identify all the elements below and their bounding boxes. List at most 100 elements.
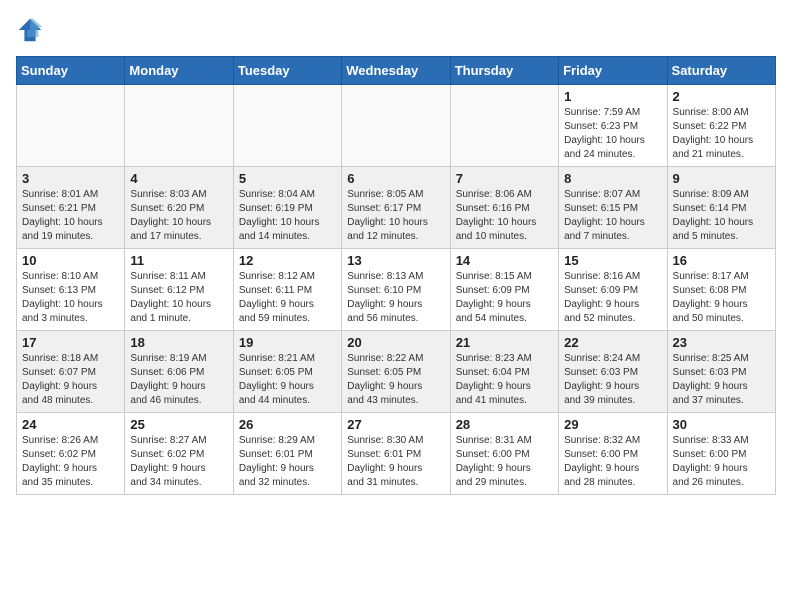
weekday-header-monday: Monday — [125, 57, 233, 85]
calendar-day: 10 Sunrise: 8:10 AM Sunset: 6:13 PM Dayli… — [17, 249, 125, 331]
day-info: Sunrise: 8:11 AM Sunset: 6:12 PM Dayligh… — [130, 270, 227, 326]
day-info: Sunrise: 8:24 AM Sunset: 6:03 PM Dayligh… — [564, 352, 661, 408]
calendar-day: 21Sunrise: 8:23 AM Sunset: 6:04 PM Dayli… — [450, 331, 558, 413]
calendar-day: 28 Sunrise: 8:31 AM Sunset: 6:00 PM Dayli… — [450, 413, 558, 495]
day-info: Sunrise: 8:12 AM Sunset: 6:11 PM Dayligh… — [239, 270, 336, 326]
day-info: Sunrise: 7:59 AM Sunset: 6:23 PM Dayligh… — [564, 106, 661, 162]
weekday-header-wednesday: Wednesday — [342, 57, 450, 85]
calendar-day: 22 Sunrise: 8:24 AM Sunset: 6:03 PM Dayli… — [559, 331, 667, 413]
day-info: Sunrise: 8:09 AM Sunset: 6:14 PM Dayligh… — [673, 188, 770, 244]
weekday-header-friday: Friday — [559, 57, 667, 85]
day-info: Sunrise: 8:03 AM Sunset: 6:20 PM Dayligh… — [130, 188, 227, 244]
day-number: 20 — [347, 335, 444, 350]
day-number: 28 — [456, 417, 553, 432]
calendar-day: 25 Sunrise: 8:27 AM Sunset: 6:02 PM Dayli… — [125, 413, 233, 495]
day-info: Sunrise: 8:25 AM Sunset: 6:03 PM Dayligh… — [673, 352, 770, 408]
calendar-day: 20 Sunrise: 8:22 AM Sunset: 6:05 PM Dayli… — [342, 331, 450, 413]
day-info: Sunrise: 8:00 AM Sunset: 6:22 PM Dayligh… — [673, 106, 770, 162]
day-number: 13 — [347, 253, 444, 268]
day-info: Sunrise: 8:07 AM Sunset: 6:15 PM Dayligh… — [564, 188, 661, 244]
day-number: 10 — [22, 253, 119, 268]
calendar-day: 24Sunrise: 8:26 AM Sunset: 6:02 PM Dayli… — [17, 413, 125, 495]
calendar-day: 7 Sunrise: 8:06 AM Sunset: 6:16 PM Daylig… — [450, 167, 558, 249]
page-header — [16, 16, 776, 44]
calendar-day: 15 Sunrise: 8:16 AM Sunset: 6:09 PM Dayli… — [559, 249, 667, 331]
day-number: 8 — [564, 171, 661, 186]
day-info: Sunrise: 8:01 AM Sunset: 6:21 PM Dayligh… — [22, 188, 119, 244]
calendar-day: 3 Sunrise: 8:01 AM Sunset: 6:21 PM Daylig… — [17, 167, 125, 249]
day-number: 18 — [130, 335, 227, 350]
calendar-day: 27 Sunrise: 8:30 AM Sunset: 6:01 PM Dayli… — [342, 413, 450, 495]
day-number: 11 — [130, 253, 227, 268]
calendar-week-4: 17Sunrise: 8:18 AM Sunset: 6:07 PM Dayli… — [17, 331, 776, 413]
weekday-header-row: SundayMondayTuesdayWednesdayThursdayFrid… — [17, 57, 776, 85]
calendar-day: 1Sunrise: 7:59 AM Sunset: 6:23 PM Daylig… — [559, 85, 667, 167]
day-number: 7 — [456, 171, 553, 186]
calendar-day: 13 Sunrise: 8:13 AM Sunset: 6:10 PM Dayli… — [342, 249, 450, 331]
calendar-day — [233, 85, 341, 167]
calendar-day: 19Sunrise: 8:21 AM Sunset: 6:05 PM Dayli… — [233, 331, 341, 413]
day-info: Sunrise: 8:30 AM Sunset: 6:01 PM Dayligh… — [347, 434, 444, 490]
day-info: Sunrise: 8:16 AM Sunset: 6:09 PM Dayligh… — [564, 270, 661, 326]
calendar-day: 23 Sunrise: 8:25 AM Sunset: 6:03 PM Dayli… — [667, 331, 775, 413]
calendar-day — [17, 85, 125, 167]
day-number: 16 — [673, 253, 770, 268]
day-number: 4 — [130, 171, 227, 186]
calendar-day: 5 Sunrise: 8:04 AM Sunset: 6:19 PM Daylig… — [233, 167, 341, 249]
day-number: 29 — [564, 417, 661, 432]
calendar-day: 8 Sunrise: 8:07 AM Sunset: 6:15 PM Daylig… — [559, 167, 667, 249]
day-info: Sunrise: 8:21 AM Sunset: 6:05 PM Dayligh… — [239, 352, 336, 408]
calendar-day — [342, 85, 450, 167]
calendar-day: 9 Sunrise: 8:09 AM Sunset: 6:14 PM Daylig… — [667, 167, 775, 249]
day-info: Sunrise: 8:26 AM Sunset: 6:02 PM Dayligh… — [22, 434, 119, 490]
day-number: 2 — [673, 89, 770, 104]
logo — [16, 16, 48, 44]
calendar-week-5: 24Sunrise: 8:26 AM Sunset: 6:02 PM Dayli… — [17, 413, 776, 495]
day-number: 23 — [673, 335, 770, 350]
day-number: 25 — [130, 417, 227, 432]
day-info: Sunrise: 8:23 AM Sunset: 6:04 PM Dayligh… — [456, 352, 553, 408]
calendar-day — [125, 85, 233, 167]
calendar-table: SundayMondayTuesdayWednesdayThursdayFrid… — [16, 56, 776, 495]
calendar-day: 4 Sunrise: 8:03 AM Sunset: 6:20 PM Daylig… — [125, 167, 233, 249]
calendar-day: 18 Sunrise: 8:19 AM Sunset: 6:06 PM Dayli… — [125, 331, 233, 413]
calendar-week-1: 1Sunrise: 7:59 AM Sunset: 6:23 PM Daylig… — [17, 85, 776, 167]
day-info: Sunrise: 8:18 AM Sunset: 6:07 PM Dayligh… — [22, 352, 119, 408]
day-info: Sunrise: 8:29 AM Sunset: 6:01 PM Dayligh… — [239, 434, 336, 490]
weekday-header-saturday: Saturday — [667, 57, 775, 85]
day-info: Sunrise: 8:06 AM Sunset: 6:16 PM Dayligh… — [456, 188, 553, 244]
day-number: 27 — [347, 417, 444, 432]
weekday-header-sunday: Sunday — [17, 57, 125, 85]
day-number: 22 — [564, 335, 661, 350]
day-info: Sunrise: 8:27 AM Sunset: 6:02 PM Dayligh… — [130, 434, 227, 490]
calendar-day: 6Sunrise: 8:05 AM Sunset: 6:17 PM Daylig… — [342, 167, 450, 249]
calendar-week-3: 10 Sunrise: 8:10 AM Sunset: 6:13 PM Dayli… — [17, 249, 776, 331]
day-number: 14 — [456, 253, 553, 268]
day-info: Sunrise: 8:13 AM Sunset: 6:10 PM Dayligh… — [347, 270, 444, 326]
calendar-day: 12 Sunrise: 8:12 AM Sunset: 6:11 PM Dayli… — [233, 249, 341, 331]
day-number: 5 — [239, 171, 336, 186]
day-number: 15 — [564, 253, 661, 268]
day-info: Sunrise: 8:31 AM Sunset: 6:00 PM Dayligh… — [456, 434, 553, 490]
day-info: Sunrise: 8:05 AM Sunset: 6:17 PM Dayligh… — [347, 188, 444, 244]
calendar-week-2: 3 Sunrise: 8:01 AM Sunset: 6:21 PM Daylig… — [17, 167, 776, 249]
day-info: Sunrise: 8:15 AM Sunset: 6:09 PM Dayligh… — [456, 270, 553, 326]
weekday-header-tuesday: Tuesday — [233, 57, 341, 85]
calendar-day: 29 Sunrise: 8:32 AM Sunset: 6:00 PM Dayli… — [559, 413, 667, 495]
day-info: Sunrise: 8:04 AM Sunset: 6:19 PM Dayligh… — [239, 188, 336, 244]
calendar-day: 2 Sunrise: 8:00 AM Sunset: 6:22 PM Daylig… — [667, 85, 775, 167]
calendar-day: 11 Sunrise: 8:11 AM Sunset: 6:12 PM Dayli… — [125, 249, 233, 331]
calendar-day: 14 Sunrise: 8:15 AM Sunset: 6:09 PM Dayli… — [450, 249, 558, 331]
weekday-header-thursday: Thursday — [450, 57, 558, 85]
day-info: Sunrise: 8:19 AM Sunset: 6:06 PM Dayligh… — [130, 352, 227, 408]
day-info: Sunrise: 8:32 AM Sunset: 6:00 PM Dayligh… — [564, 434, 661, 490]
calendar-day: 16Sunrise: 8:17 AM Sunset: 6:08 PM Dayli… — [667, 249, 775, 331]
day-number: 26 — [239, 417, 336, 432]
day-number: 9 — [673, 171, 770, 186]
calendar-day: 17Sunrise: 8:18 AM Sunset: 6:07 PM Dayli… — [17, 331, 125, 413]
day-info: Sunrise: 8:33 AM Sunset: 6:00 PM Dayligh… — [673, 434, 770, 490]
day-number: 3 — [22, 171, 119, 186]
day-info: Sunrise: 8:10 AM Sunset: 6:13 PM Dayligh… — [22, 270, 119, 326]
day-info: Sunrise: 8:22 AM Sunset: 6:05 PM Dayligh… — [347, 352, 444, 408]
day-number: 12 — [239, 253, 336, 268]
